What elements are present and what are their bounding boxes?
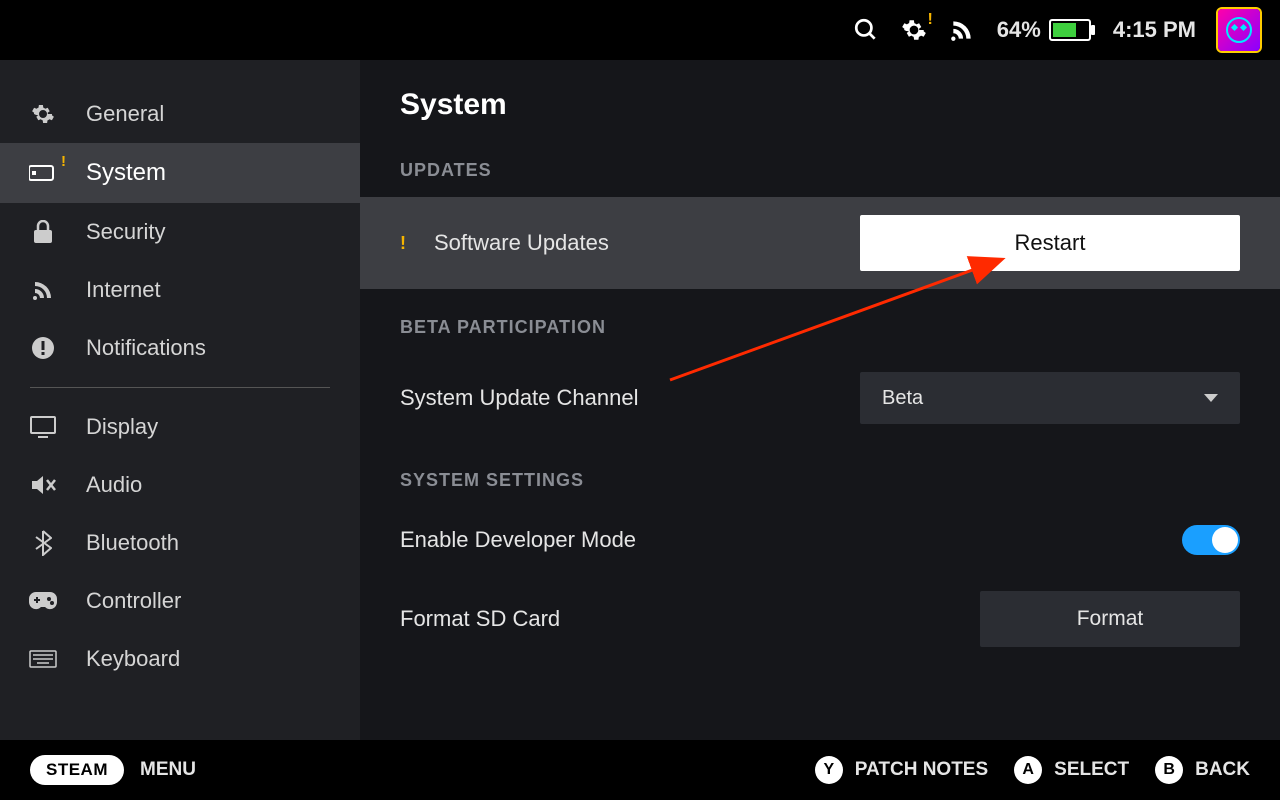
- dropdown-value: Beta: [882, 387, 923, 410]
- search-icon[interactable]: [853, 17, 879, 43]
- developer-mode-label: Enable Developer Mode: [400, 527, 636, 553]
- battery-percent: 64%: [997, 17, 1041, 43]
- row-software-updates: ! Software Updates Restart: [360, 197, 1280, 289]
- sidebar-item-system[interactable]: ! System: [0, 143, 360, 203]
- sidebar-item-controller[interactable]: Controller: [0, 572, 360, 630]
- audio-icon: [28, 474, 58, 496]
- sidebar-item-label: Internet: [86, 277, 161, 303]
- controller-icon: [28, 592, 58, 610]
- sidebar-item-general[interactable]: General: [0, 85, 360, 143]
- sidebar-item-label: Controller: [86, 588, 181, 614]
- row-developer-mode: Enable Developer Mode: [360, 507, 1280, 573]
- sidebar-item-label: System: [86, 159, 166, 187]
- wifi-icon: [28, 278, 58, 302]
- bottom-bar: STEAM MENU Y PATCH NOTES A SELECT B BACK: [0, 740, 1280, 800]
- hint-patch-notes[interactable]: Y PATCH NOTES: [815, 756, 988, 784]
- alert-icon: !: [400, 233, 406, 254]
- alert-icon: [28, 336, 58, 360]
- battery-icon: [1049, 19, 1091, 41]
- software-updates-label: Software Updates: [434, 230, 609, 256]
- update-channel-dropdown[interactable]: Beta: [860, 372, 1240, 424]
- section-header-updates: UPDATES: [360, 160, 1280, 181]
- bluetooth-icon: [28, 530, 58, 556]
- main-panel: System UPDATES ! Software Updates Restar…: [360, 60, 1280, 740]
- row-update-channel: System Update Channel Beta: [360, 354, 1280, 442]
- a-button-icon: A: [1014, 756, 1042, 784]
- sidebar-item-label: Audio: [86, 472, 142, 498]
- sidebar-item-security[interactable]: Security: [0, 203, 360, 261]
- page-title: System: [360, 88, 1280, 122]
- sidebar-item-display[interactable]: Display: [0, 398, 360, 456]
- display-icon: [28, 416, 58, 438]
- sidebar-item-label: Keyboard: [86, 646, 180, 672]
- format-button[interactable]: Format: [980, 591, 1240, 647]
- wifi-icon[interactable]: [949, 17, 975, 43]
- system-icon: !: [28, 163, 58, 183]
- battery-status: 64%: [997, 17, 1091, 43]
- hint-label: BACK: [1195, 759, 1250, 781]
- sidebar-item-label: Security: [86, 219, 165, 245]
- sidebar-item-label: Bluetooth: [86, 530, 179, 556]
- steam-button[interactable]: STEAM: [30, 755, 124, 785]
- gear-icon[interactable]: !: [901, 17, 927, 43]
- hint-select[interactable]: A SELECT: [1014, 756, 1129, 784]
- hint-label: SELECT: [1054, 759, 1129, 781]
- sidebar-item-internet[interactable]: Internet: [0, 261, 360, 319]
- keyboard-icon: [28, 650, 58, 668]
- chevron-down-icon: [1204, 394, 1218, 402]
- sidebar-item-audio[interactable]: Audio: [0, 456, 360, 514]
- update-channel-label: System Update Channel: [400, 385, 638, 411]
- lock-icon: [28, 220, 58, 244]
- row-format-sd: Format SD Card Format: [360, 573, 1280, 665]
- sidebar-item-label: General: [86, 101, 164, 127]
- hint-back[interactable]: B BACK: [1155, 756, 1250, 784]
- sidebar-item-label: Notifications: [86, 335, 206, 361]
- section-header-beta: BETA PARTICIPATION: [360, 317, 1280, 338]
- sidebar-item-label: Display: [86, 414, 158, 440]
- y-button-icon: Y: [815, 756, 843, 784]
- sidebar-divider: [30, 387, 330, 388]
- menu-label: MENU: [140, 759, 196, 781]
- section-header-system-settings: SYSTEM SETTINGS: [360, 470, 1280, 491]
- sidebar-item-keyboard[interactable]: Keyboard: [0, 630, 360, 688]
- sidebar-item-notifications[interactable]: Notifications: [0, 319, 360, 377]
- b-button-icon: B: [1155, 756, 1183, 784]
- hint-label: PATCH NOTES: [855, 759, 988, 781]
- developer-mode-toggle[interactable]: [1182, 525, 1240, 555]
- restart-button[interactable]: Restart: [860, 215, 1240, 271]
- sidebar: General ! System Security Internet Notif…: [0, 60, 360, 740]
- gear-icon: [28, 102, 58, 126]
- format-sd-label: Format SD Card: [400, 606, 560, 632]
- restart-button-label: Restart: [1015, 230, 1086, 256]
- clock: 4:15 PM: [1113, 17, 1196, 43]
- avatar[interactable]: [1218, 9, 1260, 51]
- top-bar: ! 64% 4:15 PM: [0, 0, 1280, 60]
- format-button-label: Format: [1077, 607, 1144, 631]
- sidebar-item-bluetooth[interactable]: Bluetooth: [0, 514, 360, 572]
